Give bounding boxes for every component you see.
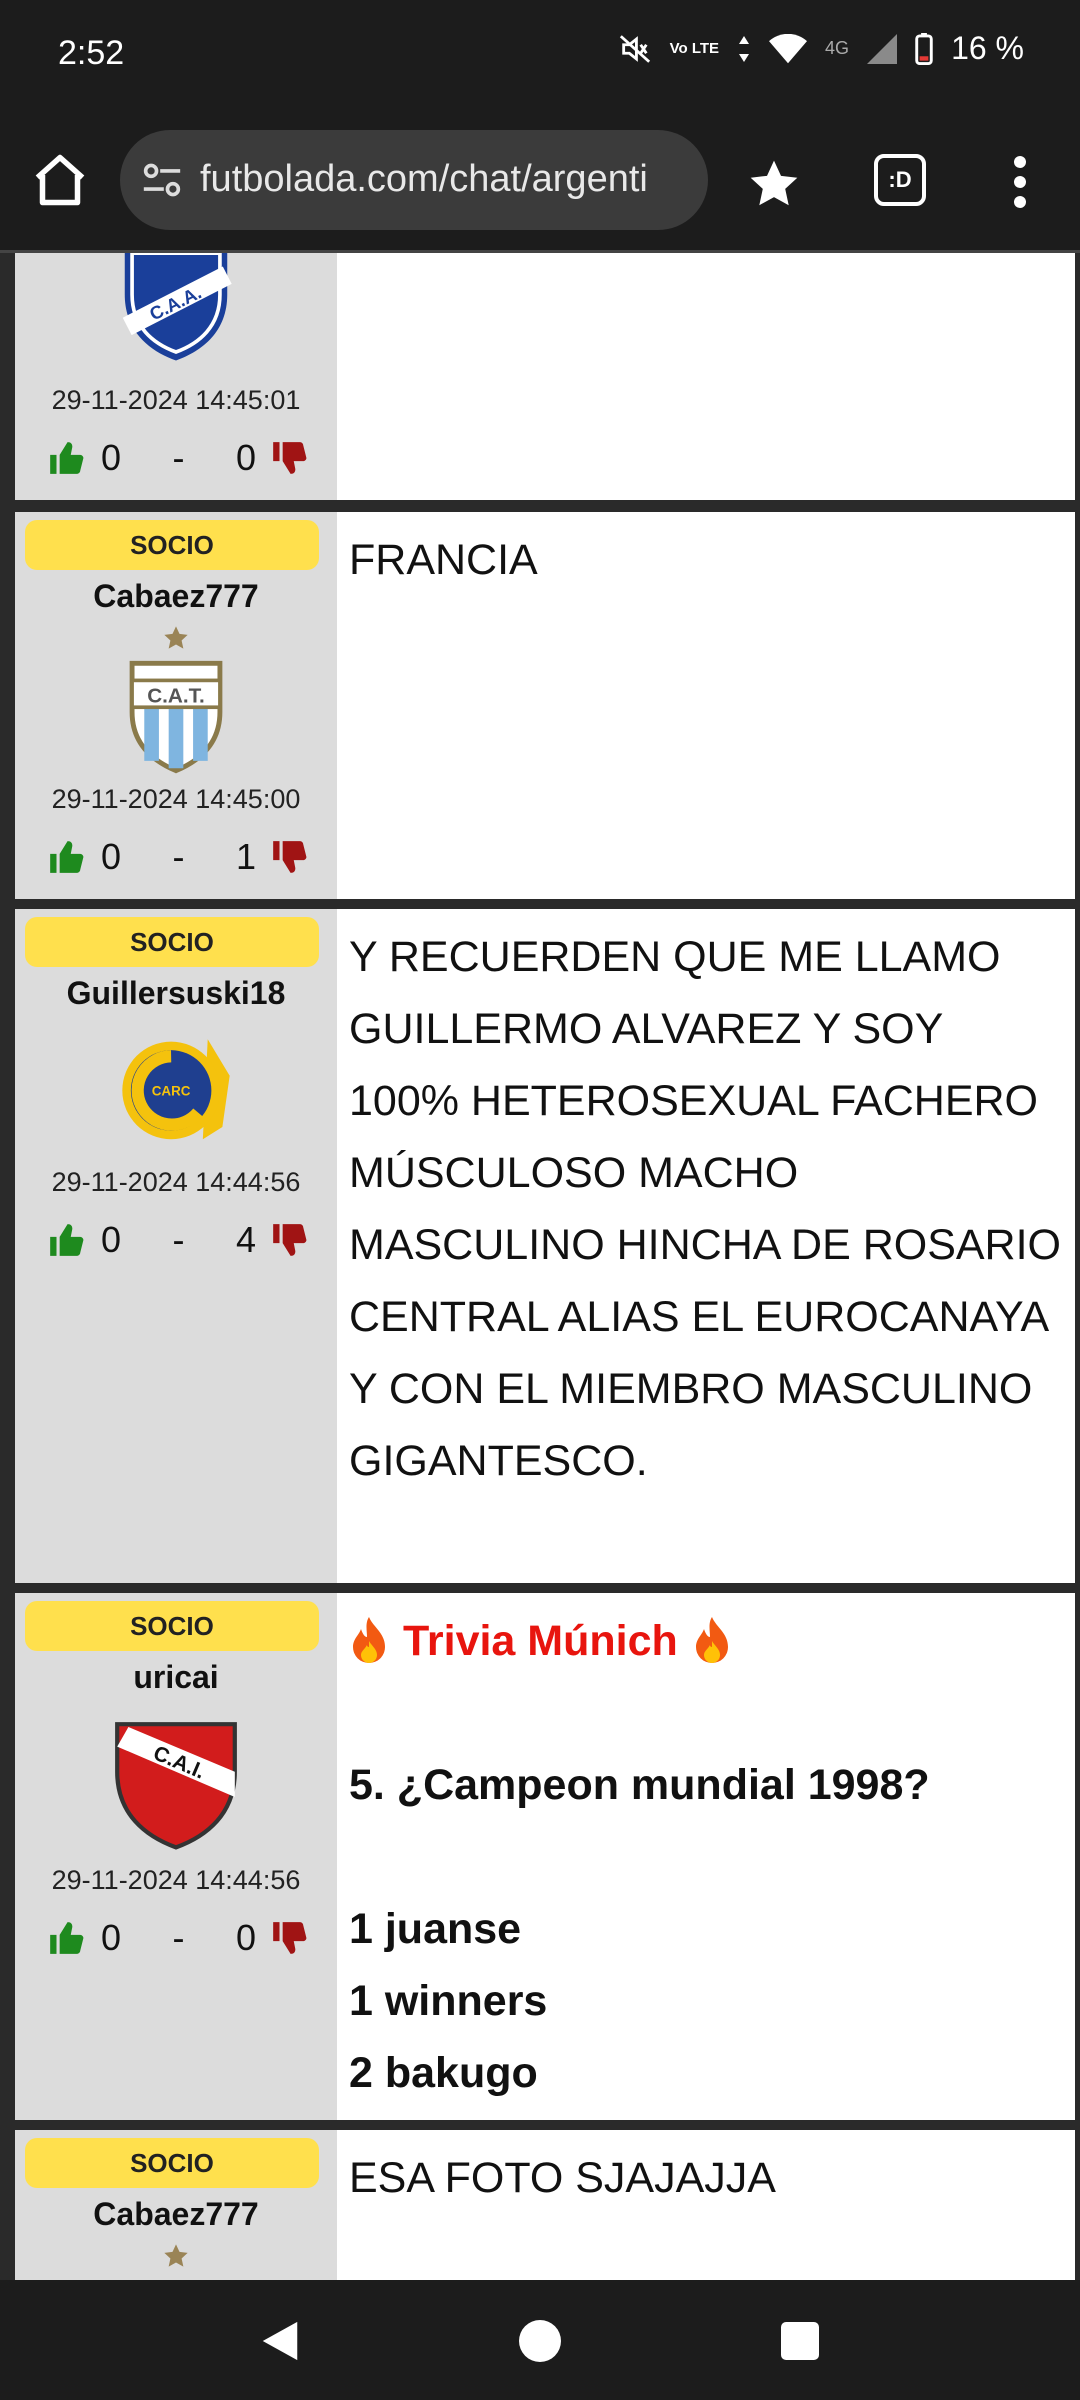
trivia-header: Trivia Múnich — [349, 1605, 1063, 1677]
trivia-question: 5. ¿Campeon mundial 1998? — [349, 1761, 930, 1809]
like-count: 0 — [101, 437, 122, 478]
post-author-panel: SOCIO Cabaez777 C.A.T. 29-11-2024 14:45:… — [15, 512, 337, 899]
status-time: 2:52 — [58, 34, 125, 72]
chat-post: SOCIO uricai C.A.I. 29-11-2024 14:44:56 … — [15, 1593, 1075, 2120]
trivia-score: 1 juanse — [349, 1905, 522, 1953]
post-username[interactable]: Cabaez777 — [15, 578, 337, 615]
vote-row: 0 - 0 — [47, 1913, 317, 1963]
volte-icon: Vo LTE — [669, 39, 720, 57]
thumbs-up-icon[interactable] — [47, 1919, 85, 1957]
wifi-icon — [769, 33, 808, 64]
socio-badge: SOCIO — [25, 1601, 319, 1651]
recents-icon[interactable] — [781, 2322, 819, 2360]
site-settings-icon[interactable] — [140, 160, 184, 200]
battery-percent: 16 % — [951, 30, 1024, 66]
vote-separator: - — [172, 836, 185, 877]
status-bar: 2:52 Vo LTE 4G 16 % — [0, 0, 1080, 110]
rank-star-icon — [162, 624, 190, 652]
battery-icon — [915, 32, 933, 65]
chat-post: SOCIO Cabaez777 C.A.T. 29-11-2024 14:45:… — [15, 512, 1075, 899]
vote-row: 0 - 4 — [47, 1215, 317, 1265]
home-icon[interactable] — [30, 150, 90, 210]
address-bar[interactable]: futbolada.com/chat/argenti — [120, 130, 708, 230]
vote-separator: - — [172, 437, 185, 478]
fire-icon — [692, 1617, 732, 1665]
club-crest-carc: CARC — [115, 1027, 237, 1149]
network-type-icon: 4G — [825, 38, 850, 58]
post-author-panel: SOCIO uricai C.A.I. 29-11-2024 14:44:56 … — [15, 1593, 337, 2120]
data-arrows-icon — [737, 34, 751, 64]
thumbs-up-icon[interactable] — [47, 838, 85, 876]
like-count: 0 — [101, 1917, 122, 1958]
post-message-panel: Y RECUERDEN QUE ME LLAMO GUILLERMO ALVAR… — [337, 909, 1075, 1583]
like-count: 0 — [101, 1219, 122, 1260]
post-message-panel: FRANCIA — [337, 512, 1075, 899]
post-username[interactable]: Cabaez777 — [15, 2196, 337, 2233]
post-timestamp: 29-11-2024 14:45:00 — [51, 784, 301, 814]
post-message: Trivia Múnich 5. ¿Campeon mundial 1998? … — [349, 1605, 1063, 2109]
post-message-panel: ESA FOTO SJAJAJJA — [337, 2130, 1075, 2280]
dislike-count: 1 — [235, 836, 256, 877]
thumbs-down-icon[interactable] — [270, 439, 308, 477]
post-username[interactable]: Guillersuski18 — [15, 975, 337, 1012]
post-username[interactable]: uricai — [15, 1659, 337, 1696]
overflow-menu-icon[interactable] — [1000, 154, 1040, 210]
vote-row: 0 - 0 — [47, 433, 317, 483]
bookmark-star-icon[interactable] — [746, 156, 802, 212]
thumbs-down-icon[interactable] — [270, 1221, 308, 1259]
trivia-score: 2 bakugo — [349, 2049, 538, 2097]
home-nav-icon[interactable] — [519, 2320, 561, 2362]
club-crest-cat: C.A.T. — [115, 656, 237, 778]
like-count: 0 — [101, 836, 122, 877]
fire-icon — [349, 1617, 389, 1665]
post-message: Y RECUERDEN QUE ME LLAMO GUILLERMO ALVAR… — [349, 933, 1061, 1485]
rank-star-icon — [162, 2242, 190, 2270]
dislike-count: 0 — [235, 1917, 256, 1958]
vote-separator: - — [172, 1917, 185, 1958]
signal-icon — [867, 33, 898, 64]
thumbs-up-icon[interactable] — [47, 1221, 85, 1259]
status-icons: Vo LTE 4G 16 % — [618, 30, 1024, 67]
trivia-title: Trivia Múnich — [403, 1617, 678, 1665]
back-icon[interactable] — [258, 2318, 302, 2364]
post-timestamp: 29-11-2024 14:45:01 — [51, 385, 301, 415]
tab-switcher-button[interactable]: :D — [874, 154, 926, 206]
post-message-panel: Trivia Múnich 5. ¿Campeon mundial 1998? … — [337, 1593, 1075, 2120]
system-nav-bar — [0, 2280, 1080, 2400]
vote-row: 0 - 1 — [47, 832, 317, 882]
post-message-panel — [337, 253, 1075, 500]
socio-badge: SOCIO — [25, 2138, 319, 2188]
crest-text: CARC — [152, 1083, 191, 1098]
url-text: futbolada.com/chat/argenti — [200, 158, 648, 200]
vote-separator: - — [172, 1219, 185, 1260]
socio-badge: SOCIO — [25, 520, 319, 570]
thumbs-down-icon[interactable] — [270, 838, 308, 876]
socio-badge: SOCIO — [25, 917, 319, 967]
post-author-panel: C.A.A. 29-11-2024 14:45:01 0 - 0 — [15, 253, 337, 500]
post-timestamp: 29-11-2024 14:44:56 — [51, 1865, 301, 1895]
post-author-panel: SOCIO Guillersuski18 CARC 29-11-2024 14:… — [15, 909, 337, 1583]
post-author-panel: SOCIO Cabaez777 — [15, 2130, 337, 2280]
post-message: FRANCIA — [349, 536, 538, 584]
chat-post: C.A.A. 29-11-2024 14:45:01 0 - 0 — [15, 253, 1075, 500]
dislike-count: 0 — [235, 437, 256, 478]
crest-text: C.A.T. — [147, 684, 205, 707]
club-crest-caa: C.A.A. — [115, 253, 237, 363]
chat-post: SOCIO Guillersuski18 CARC 29-11-2024 14:… — [15, 909, 1075, 1583]
trivia-score: 1 winners — [349, 1977, 548, 2025]
dislike-count: 4 — [235, 1219, 256, 1260]
browser-toolbar: futbolada.com/chat/argenti :D — [0, 110, 1080, 253]
post-timestamp: 29-11-2024 14:44:56 — [51, 1167, 301, 1197]
mute-icon — [618, 32, 652, 66]
post-message: ESA FOTO SJAJAJJA — [349, 2154, 776, 2202]
chat-post: SOCIO Cabaez777 ESA FOTO SJAJAJJA — [15, 2130, 1075, 2280]
thumbs-down-icon[interactable] — [270, 1919, 308, 1957]
thumbs-up-icon[interactable] — [47, 439, 85, 477]
club-crest-cai: C.A.I. — [106, 1713, 246, 1853]
chat-feed[interactable]: C.A.A. 29-11-2024 14:45:01 0 - 0 SOCIO C… — [0, 253, 1080, 2280]
